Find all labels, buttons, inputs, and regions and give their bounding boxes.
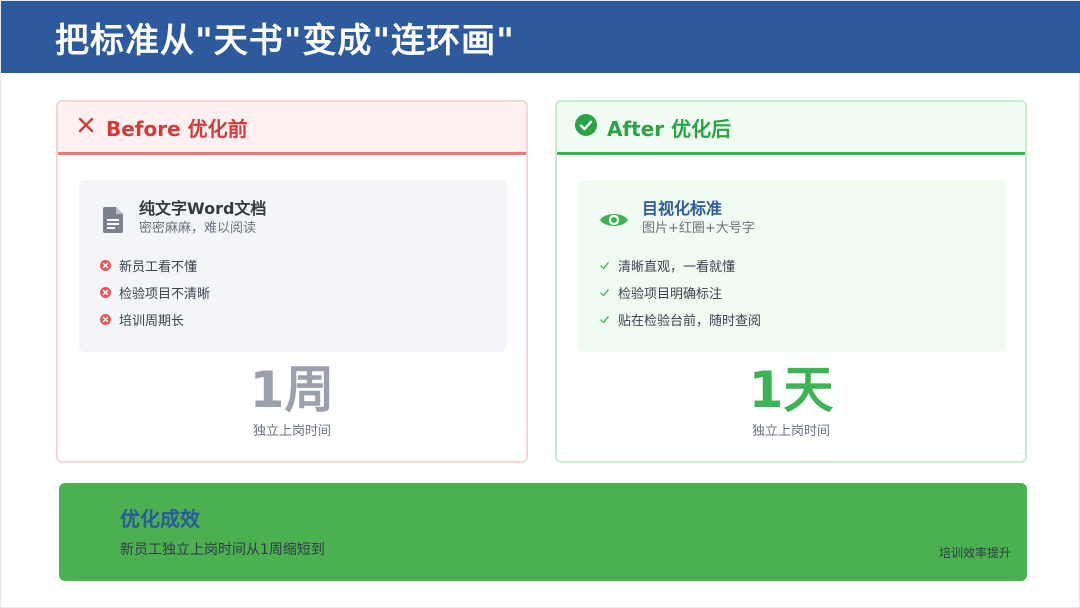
result-description: 新员工独立上岗时间从1周缩短到 — [120, 542, 325, 558]
before-big-label: 独立上岗时间 — [252, 424, 331, 439]
check-icon — [598, 287, 610, 299]
result-tag: 培训效率提升 — [938, 546, 1011, 560]
x-circle-icon — [99, 287, 111, 299]
header-bar: 把标准从"天书"变成"连环画" — [1, 1, 1080, 73]
before-item-text: 培训周期长 — [119, 314, 185, 329]
document-icon — [99, 206, 127, 234]
list-item: 新员工看不懂 — [99, 252, 487, 279]
after-big-value: 1天 — [748, 361, 834, 419]
before-panel: 纯文字Word文档 密密麻麻，难以阅读 新员工看不懂 检验项目不清晰 培训周期长 — [79, 180, 507, 352]
after-card-header: After 优化后 — [557, 102, 1025, 155]
list-item: 贴在检验台前，随时查阅 — [598, 306, 986, 333]
eye-icon — [598, 206, 630, 234]
after-title: After 优化后 — [607, 116, 732, 141]
before-big-value: 1周 — [249, 361, 335, 419]
list-item: 检验项目明确标注 — [598, 279, 986, 306]
result-title: 优化成效 — [120, 507, 200, 531]
x-circle-icon — [99, 314, 111, 326]
after-card: After 优化后 目视化标准 图片+红圈+大号字 清晰直观，一看就懂 检验项目… — [555, 100, 1027, 463]
list-item: 清晰直观，一看就懂 — [598, 252, 986, 279]
after-item-text: 清晰直观，一看就懂 — [618, 260, 736, 275]
check-icon — [598, 260, 610, 272]
before-card-header: Before 优化前 — [58, 102, 526, 155]
page-title: 把标准从"天书"变成"连环画" — [55, 20, 515, 61]
before-card: Before 优化前 纯文字Word文档 密密麻麻，难以阅读 新员工看不懂 检验… — [56, 100, 528, 463]
result-banner: 优化成效 新员工独立上岗时间从1周缩短到 培训效率提升 — [59, 483, 1027, 581]
x-circle-icon — [99, 260, 111, 272]
after-item-text: 检验项目明确标注 — [618, 287, 723, 302]
close-icon — [76, 115, 96, 139]
slide: 把标准从"天书"变成"连环画" Before 优化前 纯文字Word文档 密密麻… — [0, 0, 1080, 608]
after-item-text: 贴在检验台前，随时查阅 — [618, 314, 762, 329]
before-item-text: 检验项目不清晰 — [119, 287, 211, 302]
before-title: Before 优化前 — [106, 116, 248, 141]
after-doc-title: 目视化标准 — [642, 199, 723, 218]
after-panel: 目视化标准 图片+红圈+大号字 清晰直观，一看就懂 检验项目明确标注 贴在检验台… — [578, 180, 1006, 352]
before-doc-title: 纯文字Word文档 — [139, 199, 267, 218]
after-benefit-list: 清晰直观，一看就懂 检验项目明确标注 贴在检验台前，随时查阅 — [598, 252, 986, 333]
before-doc-subtitle: 密密麻麻，难以阅读 — [139, 221, 257, 236]
before-item-text: 新员工看不懂 — [119, 260, 198, 275]
after-doc-subtitle: 图片+红圈+大号字 — [642, 221, 755, 236]
before-issue-list: 新员工看不懂 检验项目不清晰 培训周期长 — [99, 252, 487, 333]
list-item: 检验项目不清晰 — [99, 279, 487, 306]
check-icon — [598, 314, 610, 326]
list-item: 培训周期长 — [99, 306, 487, 333]
after-big-label: 独立上岗时间 — [751, 424, 830, 439]
check-circle-icon — [575, 114, 597, 140]
